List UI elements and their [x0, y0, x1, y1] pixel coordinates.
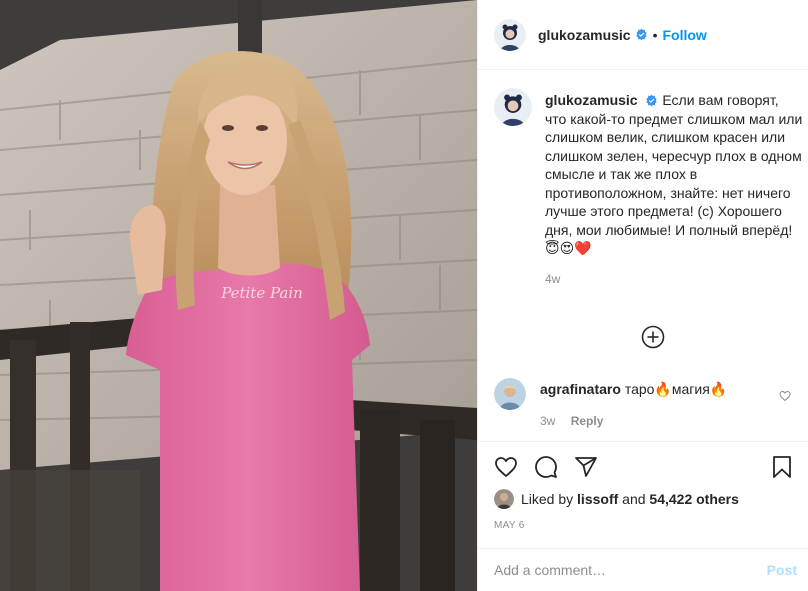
- avatar-image: [494, 88, 532, 126]
- verified-badge-icon: [646, 94, 658, 107]
- post-photo[interactable]: Petite Pain: [0, 0, 477, 591]
- comment-bubble-icon[interactable]: [534, 455, 558, 479]
- author-username[interactable]: glukozamusic: [538, 27, 631, 43]
- post-actions: Liked by lissoff and 54,422 others MAY 6: [478, 441, 808, 531]
- follow-button[interactable]: Follow: [663, 27, 707, 43]
- caption-text: Если вам говорят, что какой-то предмет с…: [545, 92, 803, 256]
- commenter-avatar[interactable]: [494, 378, 526, 410]
- avatar-image: [494, 18, 526, 51]
- likes-count-link[interactable]: 54,422 others: [649, 491, 739, 507]
- save-bookmark-icon[interactable]: [770, 455, 794, 479]
- comment-item: agrafinataro таро🔥магия🔥 3w Reply: [494, 378, 799, 428]
- header-separator: •: [652, 26, 658, 43]
- caption-text-container: glukozamusic Если вам говорят, что какой…: [545, 91, 803, 258]
- add-comment-bar: Post: [478, 548, 808, 591]
- caption-age[interactable]: 4w: [545, 272, 803, 286]
- add-comment-input[interactable]: [494, 562, 767, 578]
- caption-block: glukozamusic Если вам говорят, что какой…: [494, 88, 802, 286]
- commenter-username[interactable]: agrafinataro: [540, 381, 621, 397]
- post-modal: Petite Pain glukozamusic • Follow glukoz…: [0, 0, 808, 591]
- liker-avatar[interactable]: [494, 489, 514, 509]
- shirt-print-text: Petite Pain: [220, 284, 303, 302]
- caption-avatar[interactable]: [494, 88, 532, 126]
- author-avatar[interactable]: [494, 18, 526, 51]
- comment-age[interactable]: 3w: [540, 414, 555, 428]
- likes-and: and: [622, 491, 646, 507]
- post-header: glukozamusic • Follow: [478, 0, 808, 70]
- caption-username[interactable]: glukozamusic: [545, 92, 638, 108]
- post-details-panel: glukozamusic • Follow glukozamusic Если …: [477, 0, 808, 591]
- verified-badge-icon: [635, 28, 647, 41]
- avatar-image: [494, 489, 514, 509]
- like-heart-icon[interactable]: [494, 455, 518, 479]
- avatar-image: [494, 378, 526, 410]
- likes-summary: Liked by lissoff and 54,422 others: [494, 489, 739, 509]
- post-comment-button[interactable]: Post: [767, 562, 797, 578]
- comment-like-heart-icon[interactable]: [779, 390, 791, 402]
- share-paper-plane-icon[interactable]: [574, 455, 598, 479]
- comment-text: таро🔥магия🔥: [624, 381, 728, 397]
- post-date[interactable]: MAY 6: [494, 520, 525, 531]
- liker-username[interactable]: lissoff: [577, 491, 618, 507]
- likes-prefix: Liked by: [521, 491, 574, 507]
- photo-illustration: Petite Pain: [0, 0, 477, 591]
- reply-button[interactable]: Reply: [571, 414, 604, 428]
- load-more-comments-icon[interactable]: [641, 325, 665, 349]
